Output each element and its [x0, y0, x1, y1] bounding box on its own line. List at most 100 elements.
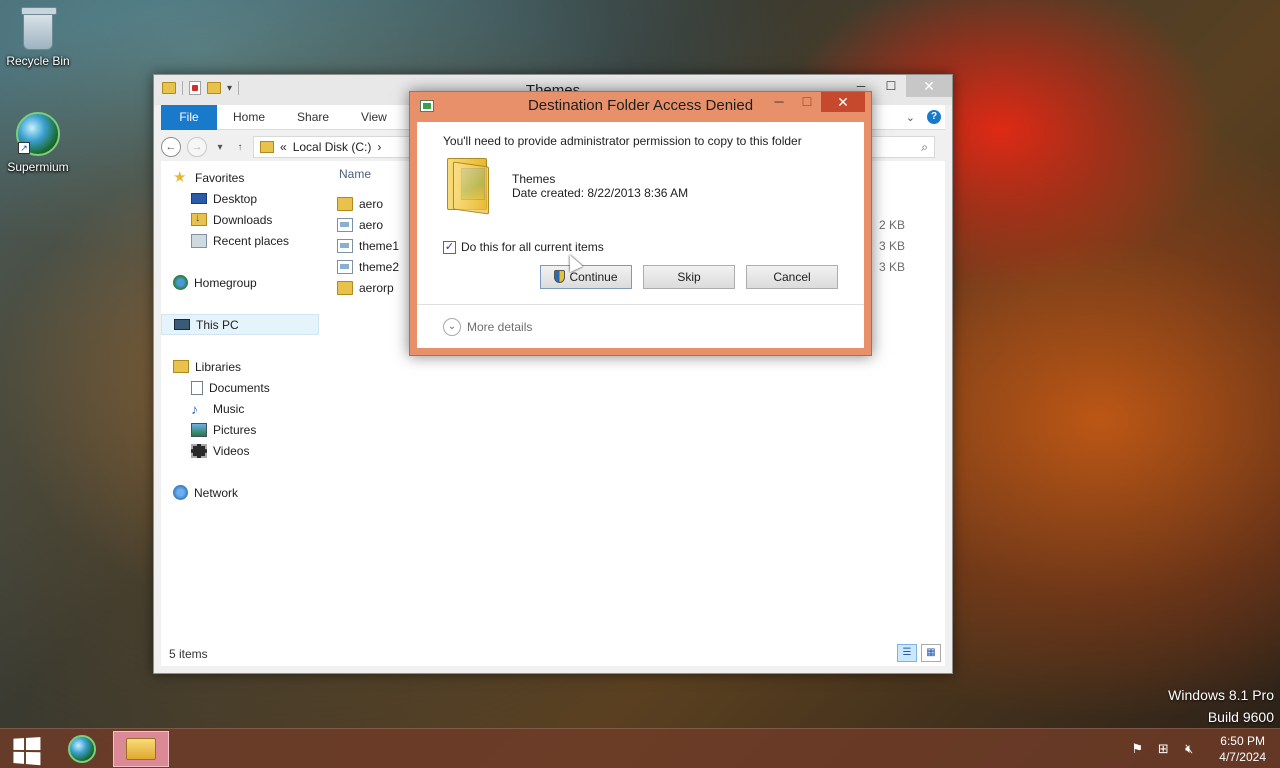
list-item[interactable]: aero: [337, 193, 383, 214]
nav-libraries[interactable]: Libraries: [161, 356, 319, 377]
nav-homegroup[interactable]: Homegroup: [161, 272, 319, 293]
apply-all-checkbox[interactable]: ✓: [443, 240, 456, 254]
supermium-shortcut[interactable]: ↗ Supermium: [0, 112, 76, 174]
dialog-body: You'll need to provide administrator per…: [417, 122, 864, 348]
network-icon: [173, 485, 188, 500]
dialog-minimize-button[interactable]: ─: [765, 92, 793, 112]
continue-button[interactable]: Continue: [540, 265, 632, 289]
nav-downloads[interactable]: Downloads: [161, 209, 319, 230]
taskbar-file-explorer[interactable]: [113, 731, 169, 767]
taskbar-supermium[interactable]: [54, 731, 110, 767]
computer-icon: [174, 319, 190, 330]
file-name: theme1: [359, 238, 400, 253]
nav-label: Libraries: [195, 359, 242, 374]
nav-label: Network: [194, 485, 239, 500]
windows-watermark: Windows 8.1 Pro Build 9600: [1168, 684, 1274, 728]
ribbon-right: ⌄ ?: [906, 110, 945, 124]
build-text: Build 9600: [1207, 709, 1274, 725]
nav-recent-places[interactable]: Recent places: [161, 230, 319, 251]
tab-file[interactable]: File: [161, 104, 217, 130]
libraries-icon: [173, 360, 189, 373]
address-location[interactable]: Local Disk (C:): [293, 140, 372, 154]
address-folder-icon: [260, 141, 274, 153]
list-item[interactable]: theme2: [337, 256, 399, 277]
status-bar: 5 items: [161, 642, 945, 666]
tab-share[interactable]: Share: [281, 105, 345, 130]
nav-pictures[interactable]: Pictures: [161, 419, 319, 440]
expand-ribbon-icon[interactable]: ⌄: [906, 111, 915, 124]
maximize-button[interactable]: ☐: [876, 75, 906, 97]
more-details-toggle[interactable]: ⌄ More details: [443, 318, 532, 336]
clock-date: 4/7/2024: [1219, 750, 1266, 764]
forward-button[interactable]: →: [187, 137, 207, 157]
cancel-button[interactable]: Cancel: [746, 265, 838, 289]
up-button[interactable]: ↑: [233, 142, 247, 153]
close-button[interactable]: ✕: [906, 75, 952, 97]
documents-icon: [191, 380, 203, 395]
apply-all-label[interactable]: Do this for all current items: [461, 240, 604, 254]
nav-this-pc[interactable]: This PC: [161, 314, 319, 335]
volume-muted-icon[interactable]: 🔇︎: [1181, 741, 1197, 757]
nav-label: Music: [213, 401, 245, 416]
dialog-maximize-button[interactable]: ☐: [793, 92, 821, 112]
nav-label: Desktop: [213, 191, 258, 206]
uac-shield-icon: [554, 270, 566, 283]
navigation-pane: ★ Favorites Desktop Downloads Recent pla…: [161, 161, 319, 642]
nav-label: Pictures: [213, 422, 257, 437]
tab-view[interactable]: View: [345, 105, 403, 130]
file-name: theme2: [359, 259, 400, 274]
supermium-icon: ↗: [16, 112, 60, 156]
shortcut-arrow-icon: ↗: [18, 142, 30, 154]
nav-label: Recent places: [213, 233, 290, 248]
folder-date-created: Date created: 8/22/2013 8:36 AM: [512, 186, 689, 200]
recycle-bin-shortcut[interactable]: Recycle Bin: [0, 7, 76, 68]
nav-desktop[interactable]: Desktop: [161, 188, 319, 209]
nav-network[interactable]: Network: [161, 482, 319, 503]
theme-file-icon: [337, 259, 353, 274]
address-separator[interactable]: ›: [377, 140, 381, 154]
start-button[interactable]: [9, 732, 45, 766]
view-switcher: ☰ ▦: [897, 644, 941, 662]
network-tray-icon[interactable]: ⊞: [1155, 741, 1171, 757]
clock[interactable]: 6:50 PM 4/7/2024: [1219, 733, 1266, 765]
nav-videos[interactable]: Videos: [161, 440, 319, 461]
folder-icon: [337, 280, 353, 295]
column-header-name[interactable]: Name: [339, 167, 371, 181]
more-details-label: More details: [467, 320, 533, 334]
action-center-flag-icon[interactable]: ⚑: [1129, 741, 1145, 757]
clock-time: 6:50 PM: [1220, 734, 1265, 748]
nav-label: This PC: [196, 317, 239, 332]
list-item[interactable]: aero: [337, 214, 383, 235]
item-count: 5 items: [169, 647, 208, 661]
nav-favorites[interactable]: ★ Favorites: [161, 167, 319, 188]
nav-label: Videos: [213, 443, 250, 458]
divider: [417, 304, 864, 305]
downloads-icon: [191, 212, 207, 226]
file-size: 3 KB: [878, 260, 905, 274]
folder-icon: [337, 196, 353, 211]
list-item[interactable]: aerorp: [337, 277, 394, 298]
list-item[interactable]: theme1: [337, 235, 399, 256]
nav-documents[interactable]: Documents: [161, 377, 319, 398]
dialog-close-button[interactable]: ✕: [821, 92, 865, 112]
homegroup-icon: [173, 275, 188, 290]
apply-all-option[interactable]: ✓ Do this for all current items: [443, 240, 604, 254]
dialog-controls: ─ ☐ ✕: [765, 92, 865, 112]
system-tray: ⚑ ⊞ 🔇︎ 6:50 PM 4/7/2024: [1129, 729, 1266, 768]
tab-home[interactable]: Home: [217, 105, 281, 130]
file-size: 3 KB: [878, 239, 905, 253]
browser-icon: [68, 735, 96, 763]
supermium-label: Supermium: [7, 160, 69, 174]
recycle-bin-icon: [21, 7, 57, 50]
help-icon[interactable]: ?: [927, 110, 941, 124]
nav-music[interactable]: ♪ Music: [161, 398, 319, 419]
skip-button[interactable]: Skip: [643, 265, 735, 289]
back-button[interactable]: ←: [161, 137, 181, 157]
file-name: aerorp: [359, 280, 394, 295]
large-icons-view-icon[interactable]: ▦: [921, 644, 941, 662]
details-view-icon[interactable]: ☰: [897, 644, 917, 662]
file-name: aero: [359, 196, 384, 211]
chevron-down-icon: ⌄: [443, 318, 461, 336]
recent-locations-dropdown-icon[interactable]: ▾: [213, 142, 227, 153]
search-icon: ⌕: [921, 139, 928, 154]
